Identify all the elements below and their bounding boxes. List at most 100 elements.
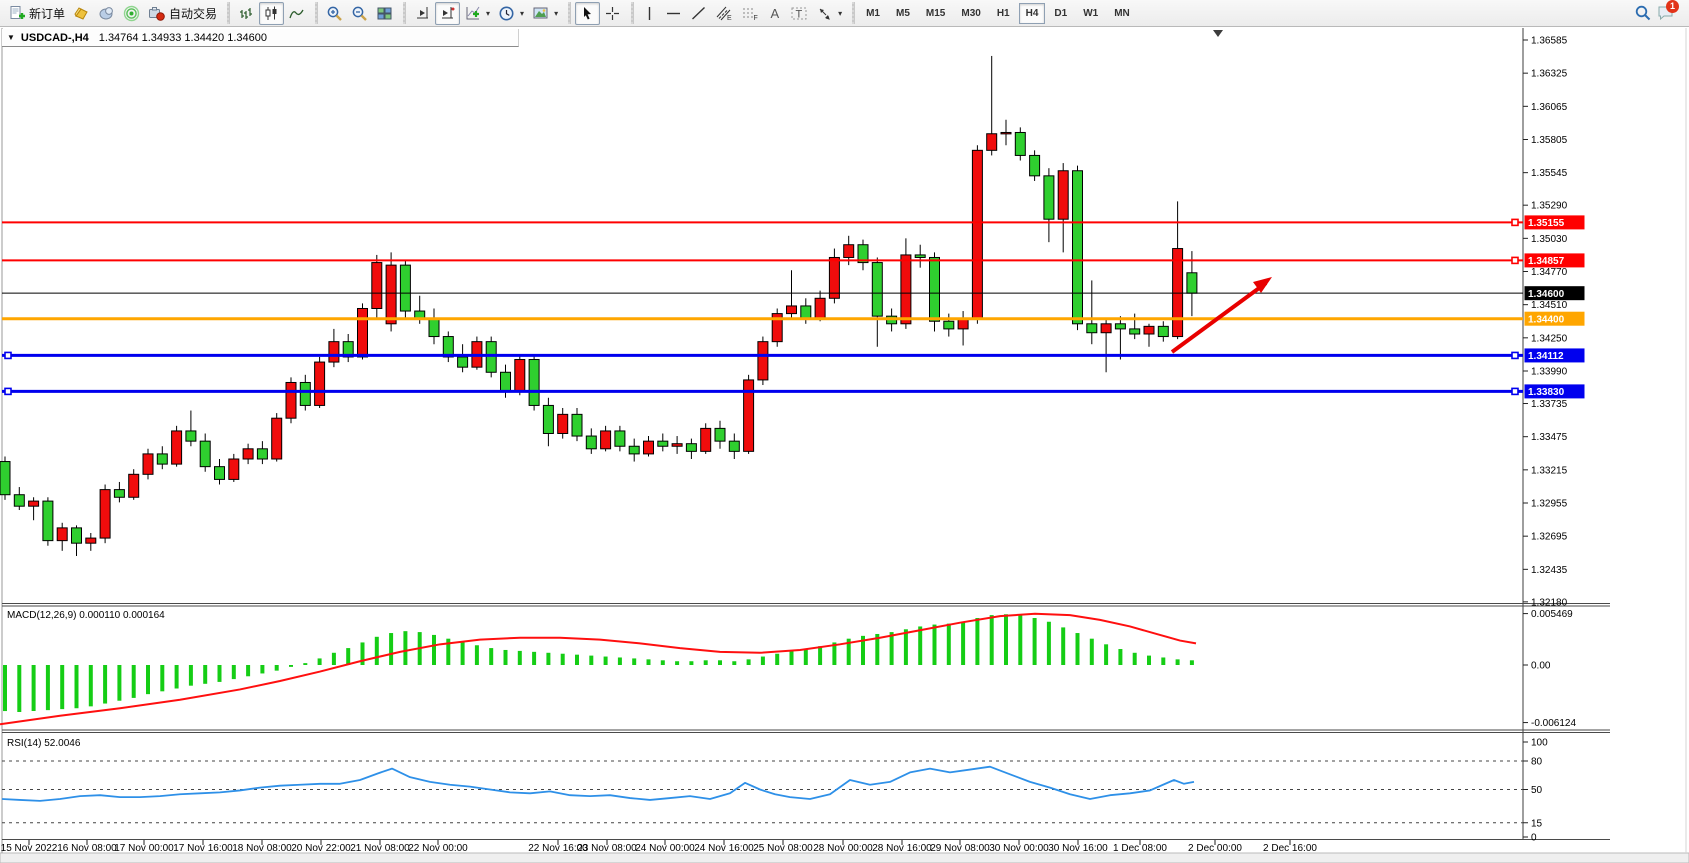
candle-body [930,257,940,321]
candle-body [801,306,811,319]
hline-handle[interactable] [1512,257,1518,263]
hline-handle[interactable] [5,388,11,394]
rsi-tick-label: 100 [1531,738,1548,749]
time-tick-label: 15 Nov 2022 [1,843,58,854]
candle-body [14,495,24,506]
candle-body [72,528,82,543]
candle-body [400,265,410,311]
time-tick-label: 29 Nov 08:00 [930,843,990,854]
time-tick-label: 25 Nov 08:00 [753,843,813,854]
candle-body [1030,155,1040,175]
time-tick-label: 2 Dec 16:00 [1263,843,1317,854]
macd-tick-label: 0.00 [1531,661,1551,672]
candle-body [1187,273,1197,293]
price-chart[interactable]: 1.365851.363251.360651.358051.355451.352… [0,0,1689,863]
candle-body [901,255,911,324]
price-badge-label: 1.35155 [1528,218,1565,229]
candle-body [529,360,539,406]
candle-body [787,306,797,314]
price-tick-label: 1.36325 [1531,69,1568,80]
time-tick-label: 21 Nov 08:00 [350,843,410,854]
price-tick-label: 1.32955 [1531,499,1568,510]
candle-body [987,134,997,151]
candle-body [701,428,711,451]
rsi-tick-label: 50 [1531,785,1543,796]
hline-handle[interactable] [1512,388,1518,394]
price-tick-label: 1.36065 [1531,102,1568,113]
candle-body [586,436,596,449]
candle-body [629,446,639,454]
price-tick-label: 1.34510 [1531,300,1568,311]
candle-body [601,431,611,449]
candle-body [558,414,568,433]
candle-body [215,467,225,480]
candle-body [1101,324,1111,333]
price-tick-label: 1.35030 [1531,234,1568,245]
candle-body [729,441,739,451]
candle-body [501,372,511,391]
time-tick-label: 30 Nov 16:00 [1048,843,1108,854]
candle-body [1087,324,1097,333]
price-tick-label: 1.34250 [1531,333,1568,344]
candle-body [1001,132,1011,133]
price-tick-label: 1.33990 [1531,366,1568,377]
price-tick-label: 1.33735 [1531,399,1568,410]
macd-label: MACD(12,26,9) 0.000110 0.000164 [7,610,165,621]
rsi-tick-label: 0 [1531,833,1537,844]
candle-body [243,449,253,459]
candle-body [1144,326,1154,334]
price-tick-label: 1.32695 [1531,532,1568,543]
price-tick-label: 1.33475 [1531,432,1568,443]
chart-menu-icon[interactable]: ▼ [7,33,15,42]
candle-body [143,454,153,474]
candle-body [1044,176,1054,219]
candle-body [486,342,496,373]
candle-body [944,321,954,329]
candle-body [429,319,439,337]
chart-background [0,28,1689,863]
candle-body [572,414,582,436]
candle-body [543,405,553,433]
candle-body [1115,324,1125,329]
candle-body [844,245,854,258]
price-tick-label: 1.33215 [1531,465,1568,476]
candle-body [872,263,882,317]
chart-symbol-label: USDCAD-,H4 [21,32,89,44]
candle-body [658,441,668,446]
candle-body [715,428,725,441]
candle-body [315,362,325,405]
candle-body [86,538,96,543]
price-tick-label: 1.32435 [1531,565,1568,576]
candle-body [257,449,267,459]
candle-body [386,265,396,324]
price-tick-label: 1.32180 [1531,597,1568,608]
time-tick-label: 20 Nov 22:00 [291,843,351,854]
price-badge-label: 1.34600 [1528,289,1565,300]
candle-body [1158,326,1168,336]
chart-title-bar[interactable]: ▼ USDCAD-,H4 1.34764 1.34933 1.34420 1.3… [2,29,519,47]
candle-body [915,255,925,258]
candle-body [358,308,368,356]
hline-handle[interactable] [1512,219,1518,225]
candle-body [615,431,625,446]
candle-body [644,441,654,454]
hline-handle[interactable] [5,352,11,358]
price-badge-label: 1.34857 [1528,256,1565,267]
candle-body [114,490,124,498]
candle-body [672,444,682,447]
candle-body [300,382,310,405]
price-tick-label: 1.34770 [1531,267,1568,278]
rsi-tick-label: 80 [1531,757,1543,768]
price-tick-label: 1.35805 [1531,135,1568,146]
time-tick-label: 18 Nov 08:00 [232,843,292,854]
time-tick-label: 17 Nov 16:00 [173,843,233,854]
time-tick-label: 1 Dec 08:00 [1113,843,1167,854]
time-tick-label: 30 Nov 00:00 [989,843,1049,854]
window-bottom-edge [0,853,1689,863]
candle-body [286,382,296,418]
rsi-label: RSI(14) 52.0046 [7,738,81,749]
candle-body [272,418,282,459]
candle-body [372,263,382,309]
hline-handle[interactable] [1512,352,1518,358]
candle-body [157,454,167,464]
